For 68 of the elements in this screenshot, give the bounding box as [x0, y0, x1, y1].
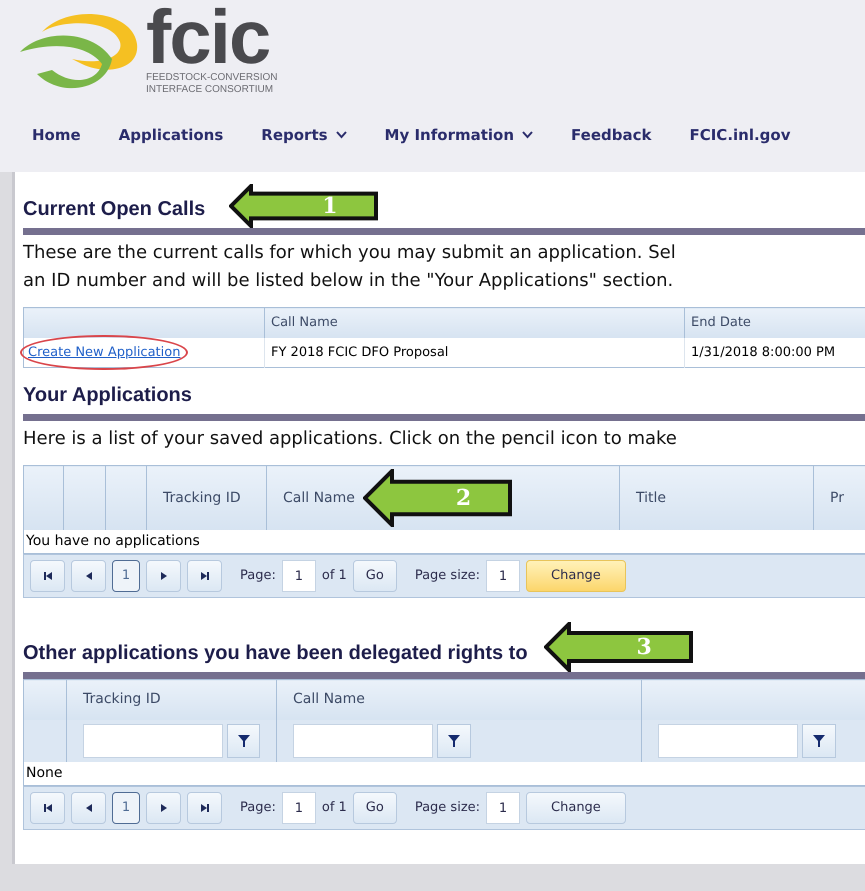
column-header: Call Name: [283, 488, 355, 508]
change-button[interactable]: Change: [526, 792, 626, 824]
column-header: Call Name: [293, 691, 365, 708]
first-page-icon: [42, 570, 54, 582]
filter-button[interactable]: [437, 724, 471, 758]
empty-message: None: [26, 764, 63, 781]
nav-link[interactable]: Reports: [261, 124, 347, 146]
callout-number: 2: [456, 486, 472, 509]
go-button[interactable]: Go: [352, 792, 397, 824]
nav-link[interactable]: Feedback: [571, 124, 652, 146]
intro-text: an ID number and will be listed below in the "Your Applications" section.: [23, 269, 674, 293]
table-cell: 1/31/2018 8:00:00 PM: [684, 338, 865, 368]
section-heading: Other applications you have been delegated rights to: [23, 641, 528, 666]
filter-icon: [236, 734, 250, 748]
column-header: Pr: [830, 488, 844, 508]
first-page-button[interactable]: [30, 560, 65, 592]
last-page-button[interactable]: [187, 792, 222, 824]
change-button[interactable]: Change: [526, 560, 626, 592]
page-size-input[interactable]: 1: [486, 560, 520, 592]
column-header: End Date: [691, 315, 751, 330]
column-header: Call Name: [271, 315, 338, 330]
callout-number: 3: [636, 636, 652, 658]
page-number-button[interactable]: 1: [112, 792, 140, 824]
column-header: Tracking ID: [163, 488, 241, 508]
page-number-button[interactable]: 1: [112, 560, 140, 592]
column-header: Tracking ID: [83, 691, 161, 708]
page-label: Page:: [240, 799, 276, 818]
empty-message: You have no applications: [26, 532, 200, 549]
filter-input[interactable]: [83, 724, 223, 758]
page-input[interactable]: 1: [282, 792, 316, 824]
filter-input[interactable]: [293, 724, 433, 758]
page-input[interactable]: 1: [282, 560, 316, 592]
column-header: Title: [636, 488, 666, 508]
page-size-label: Page size:: [414, 567, 480, 586]
logo-wordmark: fcic: [146, 4, 270, 72]
section-heading: Current Open Calls: [23, 197, 206, 222]
callout-number: 1: [322, 195, 338, 217]
next-page-button[interactable]: [146, 792, 181, 824]
page-count: of 1: [322, 799, 347, 818]
go-button[interactable]: Go: [352, 560, 397, 592]
last-page-icon: [198, 570, 210, 582]
filter-icon: [447, 734, 461, 748]
filter-button[interactable]: [802, 724, 836, 758]
section-heading: Your Applications: [23, 383, 192, 408]
create-application-link[interactable]: Create New Application: [28, 344, 180, 360]
next-page-button[interactable]: [146, 560, 181, 592]
page-count: of 1: [322, 567, 347, 586]
intro-text: Here is a list of your saved applications. Click on the pencil icon to make: [23, 427, 678, 451]
prev-page-button[interactable]: [71, 560, 106, 592]
first-page-button[interactable]: [30, 792, 65, 824]
nav-link[interactable]: FCIC.inl.gov: [689, 124, 790, 146]
last-page-button[interactable]: [187, 560, 222, 592]
filter-button[interactable]: [227, 724, 260, 758]
first-page-icon: [42, 802, 54, 814]
page-size-input[interactable]: 1: [486, 792, 520, 824]
filter-icon: [812, 734, 826, 748]
nav-link[interactable]: Applications: [118, 124, 224, 146]
nav-link[interactable]: Home: [32, 124, 81, 146]
page-size-label: Page size:: [414, 799, 480, 818]
table-cell: FY 2018 FCIC DFO Proposal: [264, 338, 684, 368]
intro-text: These are the current calls for which you may submit an application. Sel: [23, 241, 677, 265]
page-label: Page:: [240, 567, 276, 586]
logo-tagline: FEEDSTOCK-CONVERSION: [146, 72, 278, 84]
prev-page-button[interactable]: [71, 792, 106, 824]
last-page-icon: [198, 802, 210, 814]
nav-link[interactable]: My Information: [384, 124, 534, 146]
logo-tagline: INTERFACE CONSORTIUM: [146, 84, 274, 96]
filter-input[interactable]: [658, 724, 798, 758]
